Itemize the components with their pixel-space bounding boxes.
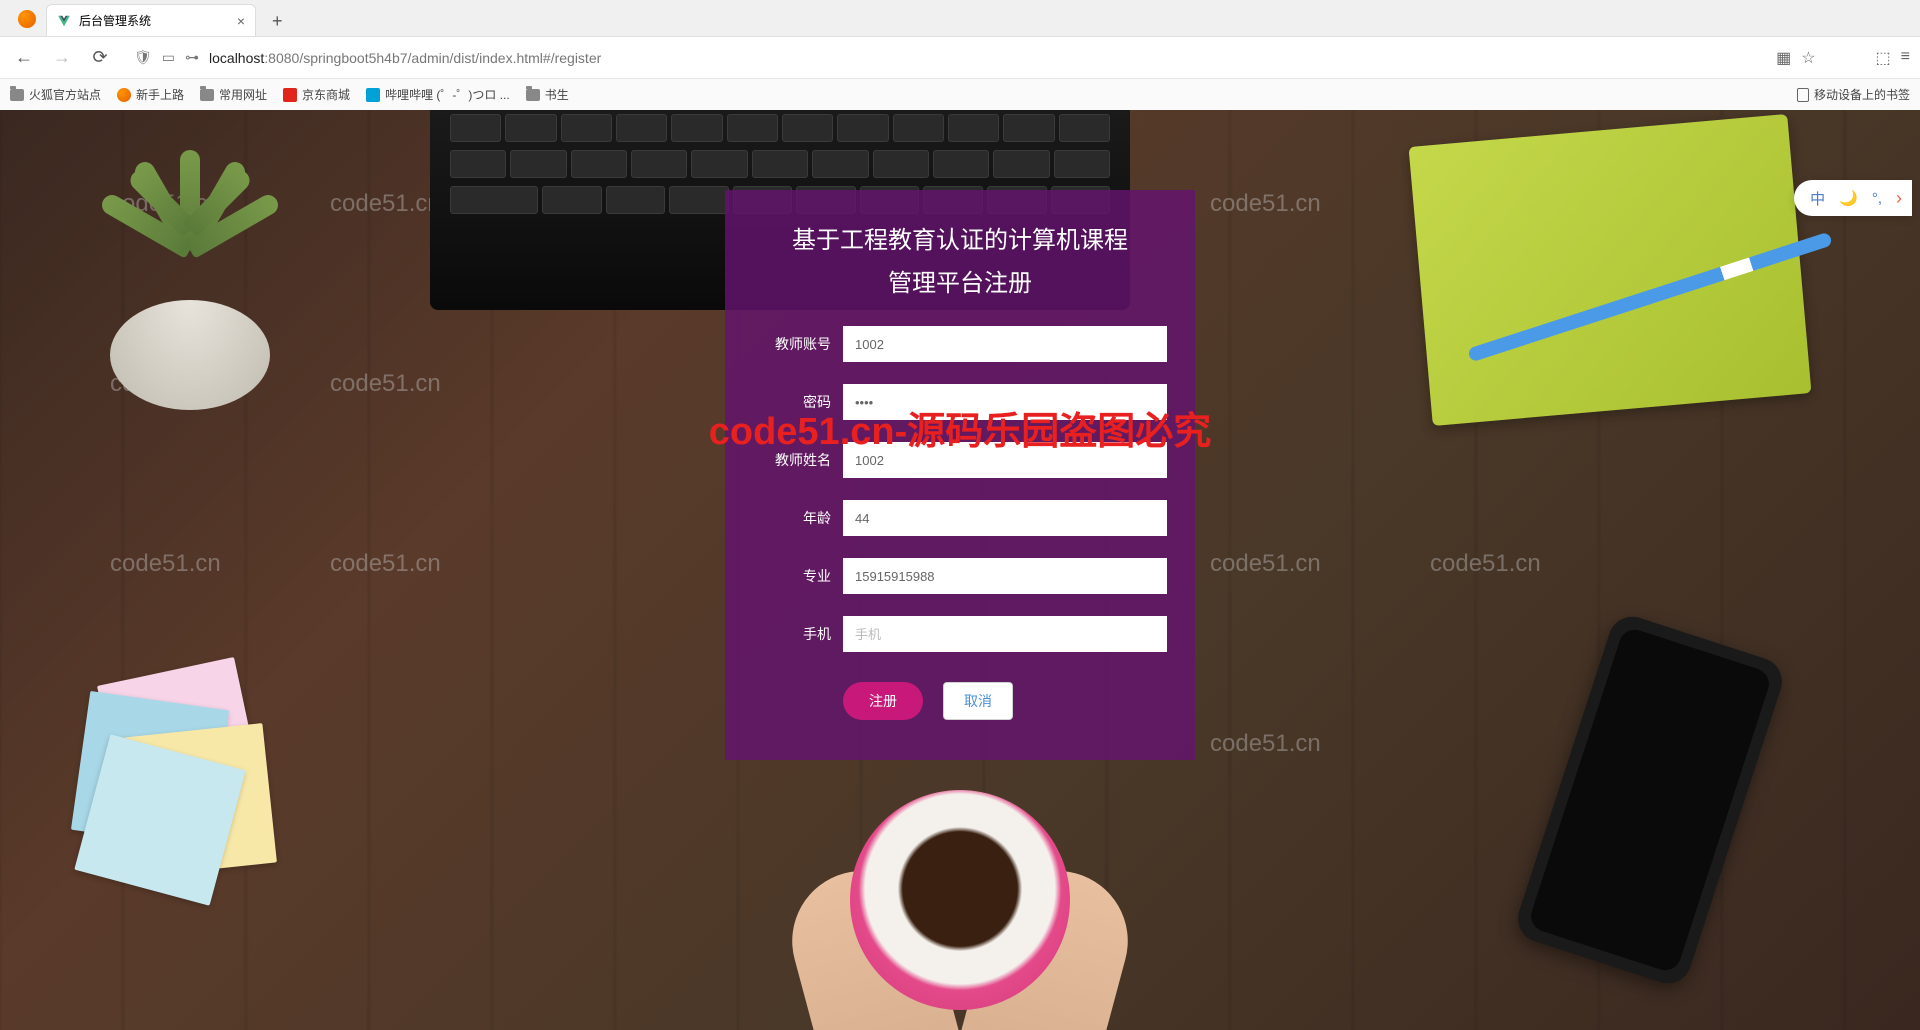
bookmark-mobile[interactable]: 移动设备上的书签 <box>1797 86 1910 103</box>
jd-icon <box>283 88 297 102</box>
menu-icon[interactable]: ≡ <box>1901 48 1910 68</box>
cancel-button[interactable]: 取消 <box>943 682 1013 720</box>
bookmark-shusheng[interactable]: 书生 <box>526 86 569 103</box>
coffee-decoration <box>780 750 1140 1030</box>
teacher-account-label: 教师账号 <box>753 334 843 354</box>
firefox-logo-icon <box>18 10 36 28</box>
url-path: :8080/springboot5h4b7/admin/dist/index.h… <box>264 50 601 66</box>
bookmark-bilibili[interactable]: 哔哩哔哩 (゜-゜)つロ ... <box>366 86 510 103</box>
mobile-icon <box>1797 88 1809 102</box>
bookmark-jd[interactable]: 京东商城 <box>283 86 350 103</box>
back-button[interactable]: ← <box>10 44 38 72</box>
folder-icon <box>10 89 24 101</box>
tab-bar: 后台管理系统 × + <box>0 0 1920 36</box>
password-label: 密码 <box>753 392 843 412</box>
teacher-name-input[interactable] <box>843 442 1167 478</box>
url-bar: ← → ⟳ 🛡 ▭ ⊶ localhost:8080/springboot5h4… <box>0 36 1920 78</box>
tab-title: 后台管理系统 <box>79 12 229 29</box>
register-button[interactable]: 注册 <box>843 682 923 720</box>
forward-button[interactable]: → <box>48 44 76 72</box>
ime-expand-icon[interactable]: › <box>1896 188 1902 209</box>
url-host: localhost <box>209 50 264 66</box>
ime-toolbar[interactable]: 中 🌙 °, › <box>1794 180 1912 216</box>
bookmark-firefox[interactable]: 火狐官方站点 <box>10 86 101 103</box>
teacher-account-input[interactable] <box>843 326 1167 362</box>
plant-decoration <box>60 150 320 410</box>
page-content: code51.cn code51.cn code51.cn code51.cn … <box>0 110 1920 1030</box>
folder-icon <box>526 89 540 101</box>
password-input[interactable] <box>843 384 1167 420</box>
age-label: 年龄 <box>753 508 843 528</box>
register-card: 基于工程教育认证的计算机课程 管理平台注册 教师账号 密码 教师姓名 年龄 专业… <box>725 190 1195 760</box>
major-label: 专业 <box>753 566 843 586</box>
star-icon[interactable]: ☆ <box>1801 48 1815 68</box>
tab-close-icon[interactable]: × <box>237 13 245 29</box>
qr-icon[interactable]: ▦ <box>1776 48 1791 68</box>
teacher-name-label: 教师姓名 <box>753 450 843 470</box>
ime-punct-icon[interactable]: °, <box>1872 190 1882 207</box>
phone-input[interactable] <box>843 616 1167 652</box>
bookmark-bar: 火狐官方站点 新手上路 常用网址 京东商城 哔哩哔哩 (゜-゜)つロ ... 书… <box>0 78 1920 110</box>
folder-icon <box>200 89 214 101</box>
bookmark-common[interactable]: 常用网址 <box>200 86 267 103</box>
shield-icon: 🛡 <box>134 49 152 66</box>
extensions-icon[interactable]: ⬚ <box>1876 48 1891 68</box>
connection-icon: ⊶ <box>185 49 199 66</box>
major-input[interactable] <box>843 558 1167 594</box>
reload-button[interactable]: ⟳ <box>86 44 114 72</box>
ime-lang[interactable]: 中 <box>1810 188 1825 209</box>
browser-tab[interactable]: 后台管理系统 × <box>46 4 256 36</box>
vue-icon <box>57 14 71 28</box>
bilibili-icon <box>366 88 380 102</box>
new-tab-button[interactable]: + <box>264 7 291 36</box>
phone-label: 手机 <box>753 624 843 644</box>
age-input[interactable] <box>843 500 1167 536</box>
browser-chrome: 后台管理系统 × + ← → ⟳ 🛡 ▭ ⊶ localhost:8080/sp… <box>0 0 1920 110</box>
url-field[interactable]: 🛡 ▭ ⊶ localhost:8080/springboot5h4b7/adm… <box>124 49 1766 66</box>
sticky-notes-decoration <box>70 670 310 890</box>
moon-icon[interactable]: 🌙 <box>1839 189 1858 207</box>
card-title: 基于工程教育认证的计算机课程 管理平台注册 <box>753 220 1167 306</box>
firefox-icon <box>117 88 131 102</box>
bookmark-newbie[interactable]: 新手上路 <box>117 86 184 103</box>
page-info-icon: ▭ <box>162 49 175 66</box>
